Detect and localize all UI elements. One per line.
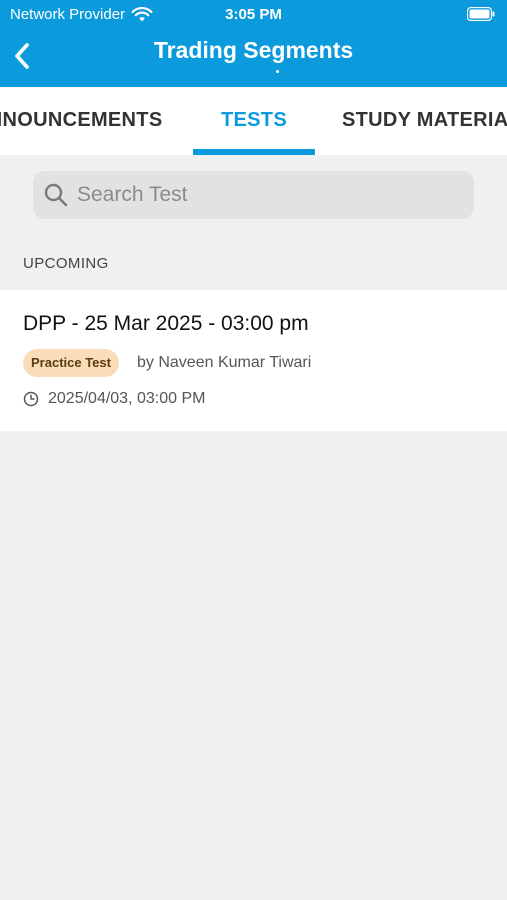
tab-bar: ANNOUNCEMENTS TESTS STUDY MATERIA <box>0 87 507 155</box>
tab-announcements[interactable]: ANNOUNCEMENTS <box>0 109 162 132</box>
app-header: Network Provider 3:05 PM Trading Segment… <box>0 0 507 87</box>
tab-tests[interactable]: TESTS <box>221 109 287 132</box>
search-bar[interactable] <box>33 171 474 219</box>
test-title: DPP - 25 Mar 2025 - 03:00 pm <box>23 312 309 335</box>
test-card[interactable]: DPP - 25 Mar 2025 - 03:00 pm Practice Te… <box>0 290 507 431</box>
search-input[interactable] <box>75 182 459 208</box>
test-datetime-row: 2025/04/03, 03:00 PM <box>23 390 205 408</box>
active-tab-indicator <box>193 149 315 155</box>
search-icon <box>44 183 68 207</box>
test-datetime: 2025/04/03, 03:00 PM <box>48 390 206 407</box>
test-author: by Naveen Kumar Tiwari <box>137 354 312 371</box>
clock-icon <box>23 391 39 407</box>
status-time: 3:05 PM <box>225 6 282 23</box>
title-indicator-dot <box>276 70 279 73</box>
battery-icon <box>467 7 495 21</box>
test-type-badge: Practice Test <box>23 349 119 377</box>
section-label-upcoming: UPCOMING <box>23 255 109 272</box>
page-title: Trading Segments <box>153 37 354 63</box>
nav-bar: Trading Segments <box>0 30 507 87</box>
tab-study-material[interactable]: STUDY MATERIA <box>342 109 507 132</box>
status-bar: Network Provider 3:05 PM <box>0 0 507 30</box>
